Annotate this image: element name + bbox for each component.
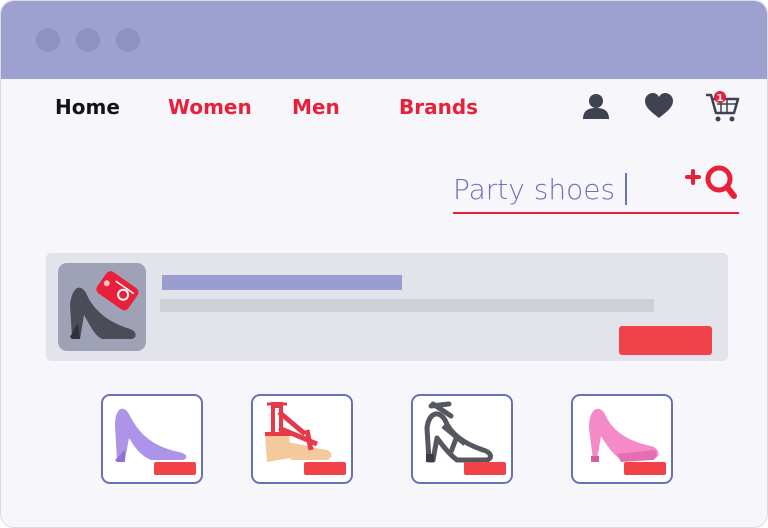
heart-icon[interactable]	[642, 91, 676, 125]
nav-home[interactable]: Home	[55, 95, 120, 119]
add-to-cart-button[interactable]	[304, 462, 346, 475]
promo-banner	[46, 253, 728, 361]
wedge-sandal-icon	[265, 402, 332, 462]
promo-thumbnail	[58, 263, 146, 351]
pink-platform-heel-icon	[589, 408, 659, 462]
purple-pump-icon	[115, 408, 187, 462]
window-maximize-dot[interactable]	[116, 28, 140, 52]
main-nav: Home Women Men Brands 1	[1, 91, 767, 125]
promo-description-placeholder	[160, 299, 654, 312]
strappy-heel-icon	[424, 401, 493, 463]
text-caret	[625, 173, 627, 205]
product-card[interactable]	[251, 394, 353, 484]
window-minimize-dot[interactable]	[76, 28, 100, 52]
search-icon	[705, 165, 737, 199]
promo-title-placeholder	[162, 275, 402, 290]
user-icon[interactable]	[580, 91, 614, 125]
nav-men[interactable]: Men	[292, 95, 340, 119]
search-underline	[453, 212, 739, 214]
browser-window: Home Women Men Brands 1	[0, 0, 768, 528]
promo-action-button[interactable]	[619, 326, 712, 355]
add-to-cart-button[interactable]	[154, 462, 196, 475]
window-close-dot[interactable]	[36, 28, 60, 52]
search-bar	[453, 161, 739, 217]
title-bar	[1, 1, 767, 79]
search-input[interactable]	[453, 169, 675, 209]
cart-count-badge: 1	[717, 93, 724, 104]
cart-icon[interactable]: 1	[704, 91, 740, 125]
high-heel-sale-tag-icon	[70, 271, 139, 339]
product-card[interactable]	[101, 394, 203, 484]
plus-icon	[685, 169, 701, 185]
product-card[interactable]	[411, 394, 513, 484]
nav-brands[interactable]: Brands	[399, 95, 478, 119]
product-card[interactable]	[571, 394, 673, 484]
nav-women[interactable]: Women	[168, 95, 252, 119]
add-to-cart-button[interactable]	[464, 462, 506, 475]
add-to-cart-button[interactable]	[624, 462, 666, 475]
search-button[interactable]	[683, 161, 741, 205]
